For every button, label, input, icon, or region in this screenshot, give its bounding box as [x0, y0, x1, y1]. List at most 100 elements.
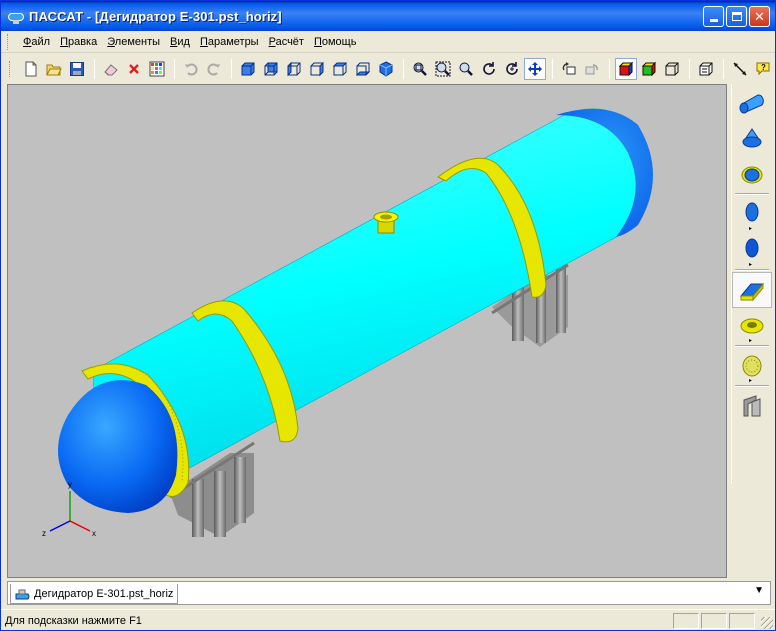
rotate-axis-button[interactable]: [501, 58, 523, 80]
palette-cylinder-shell[interactable]: [732, 84, 772, 120]
svg-text:?: ?: [761, 63, 766, 72]
view-bottom-button[interactable]: [352, 58, 374, 80]
solid-shading-button[interactable]: [615, 57, 637, 80]
menu-file[interactable]: Файл: [18, 34, 55, 50]
eraser-button[interactable]: [100, 58, 122, 80]
pan-button[interactable]: [524, 57, 546, 80]
maximize-icon: [731, 12, 742, 21]
view-left-button[interactable]: [283, 58, 305, 80]
status-bar: Для подсказки нажмите F1: [1, 609, 775, 631]
ring-stiffener-icon: [739, 282, 765, 302]
grid-button[interactable]: [146, 58, 168, 80]
nozzle-flange-icon: [740, 318, 764, 334]
tab-list-dropdown-icon[interactable]: ▼: [754, 585, 764, 596]
undo-button[interactable]: [180, 58, 202, 80]
zoom-button[interactable]: [455, 58, 477, 80]
flat-head-icon: [745, 238, 759, 258]
dropdown-arrow-icon: ▸: [748, 262, 752, 268]
delete-button[interactable]: [123, 58, 145, 80]
grid-icon: [149, 61, 165, 76]
vessel-3d-model[interactable]: y x z: [8, 85, 726, 577]
flip-button[interactable]: [581, 58, 603, 80]
toolbar-separator: [94, 58, 95, 79]
resize-grip[interactable]: [761, 617, 773, 629]
palette-shell-with-ring[interactable]: [732, 156, 772, 192]
saddle-support-icon: [743, 395, 761, 417]
menu-parameters[interactable]: Параметры: [195, 34, 264, 50]
toolbar-grip[interactable]: [9, 60, 12, 77]
document-tab[interactable]: Дегидратор Е-301.pst_horiz: [10, 584, 179, 604]
new-file-button[interactable]: [20, 58, 42, 80]
dimension-button[interactable]: [729, 58, 751, 80]
properties-icon: [699, 62, 713, 75]
element-palette: ▸ ▸ ▸ ▸: [731, 84, 772, 484]
view-right-icon: [310, 61, 324, 76]
rotate-button[interactable]: [478, 58, 500, 80]
open-folder-icon: [46, 64, 62, 75]
properties-button[interactable]: [695, 58, 717, 80]
color-shading-button[interactable]: [638, 58, 660, 80]
rotate-view-button[interactable]: [558, 58, 580, 80]
axis-y-label: y: [68, 480, 72, 489]
status-hint: Для подсказки нажмите F1: [5, 614, 142, 627]
palette-saddle-support[interactable]: [732, 388, 772, 424]
zoom-window-button[interactable]: [409, 58, 431, 80]
menu-calculation[interactable]: Расчёт: [264, 34, 309, 50]
flip-icon: [585, 63, 598, 74]
palette-cone-shell[interactable]: [732, 120, 772, 156]
view-back-button[interactable]: [260, 58, 282, 80]
palette-separator: [735, 385, 769, 387]
flange-icon: [742, 355, 762, 377]
eraser-icon: [104, 63, 118, 75]
view-left-icon: [287, 61, 301, 76]
close-button[interactable]: ✕: [749, 6, 770, 27]
color-shading-icon: [641, 61, 657, 76]
pan-icon: [528, 61, 542, 76]
menu-help[interactable]: Помощь: [309, 34, 362, 50]
view-top-icon: [332, 62, 348, 75]
vessel-head-left[interactable]: [58, 380, 178, 513]
view-iso-button[interactable]: [375, 58, 397, 80]
menu-grip[interactable]: [7, 33, 10, 50]
menu-edit[interactable]: Правка: [55, 34, 102, 50]
status-panel: [701, 613, 727, 629]
rotate-axis-icon: [506, 61, 518, 75]
open-button[interactable]: [43, 58, 65, 80]
title-bar[interactable]: ПАССАТ - [Дегидратор Е-301.pst_horiz] ✕: [1, 1, 775, 31]
wireframe-button[interactable]: [661, 58, 683, 80]
new-file-icon: [25, 61, 37, 76]
toolbar-separator: [609, 58, 610, 79]
minimize-icon: [709, 19, 718, 22]
palette-elliptic-head[interactable]: ▸: [732, 196, 772, 232]
shell-with-ring-icon: [741, 166, 763, 184]
nozzle[interactable]: [373, 211, 399, 234]
redo-button[interactable]: [203, 58, 225, 80]
axis-x-label: x: [92, 529, 96, 538]
view-top-button[interactable]: [329, 58, 351, 80]
view-iso-icon: [379, 60, 393, 77]
delete-icon: [129, 63, 139, 74]
toolbar: ?: [1, 54, 775, 83]
zoom-area-button[interactable]: [432, 58, 454, 80]
axis-z-label: z: [42, 529, 46, 538]
view-front-button[interactable]: [237, 58, 259, 80]
palette-flat-head[interactable]: ▸: [732, 232, 772, 268]
view-right-button[interactable]: [306, 58, 328, 80]
palette-nozzle-flange[interactable]: ▸: [732, 308, 772, 344]
menu-view[interactable]: Вид: [165, 34, 195, 50]
dropdown-arrow-icon: ▸: [748, 338, 752, 344]
save-button[interactable]: [66, 58, 88, 80]
palette-ring-stiffener[interactable]: [732, 272, 772, 308]
palette-flange[interactable]: ▸: [732, 348, 772, 384]
model-viewport[interactable]: y x z: [7, 84, 727, 578]
palette-separator: [735, 193, 769, 195]
cone-shell-icon: [742, 128, 762, 148]
dropdown-arrow-icon: ▸: [748, 226, 752, 232]
minimize-button[interactable]: [703, 6, 724, 27]
hint-button[interactable]: ?: [752, 58, 774, 80]
zoom-area-icon: [435, 61, 451, 76]
menu-bar: Файл Правка Элементы Вид Параметры Расчё…: [1, 31, 775, 53]
toolbar-separator: [723, 58, 724, 79]
menu-elements[interactable]: Элементы: [102, 34, 165, 50]
maximize-button[interactable]: [726, 6, 747, 27]
